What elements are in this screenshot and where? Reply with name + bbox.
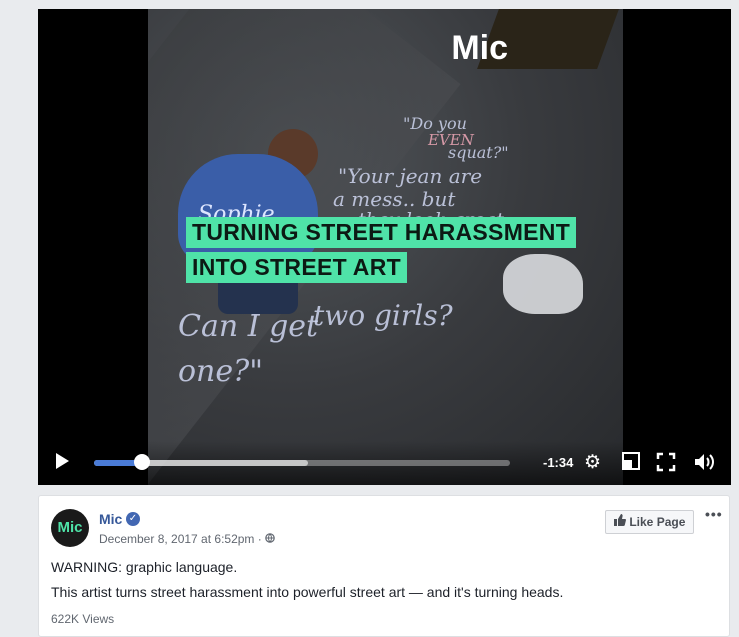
video-headline: TURNING STREET HARASSMENT INTO STREET AR…	[186, 217, 577, 287]
verified-badge-icon: ✓	[126, 512, 140, 526]
scrubber-handle[interactable]	[133, 454, 150, 470]
chalk-text: one?"	[178, 354, 264, 389]
avatar[interactable]: Mic	[51, 509, 89, 547]
post-meta: December 8, 2017 at 6:52pm ·	[99, 532, 275, 546]
headline-line-1: TURNING STREET HARASSMENT	[186, 217, 577, 248]
chalk-text: "Your jean are	[338, 164, 483, 188]
post-body-text: This artist turns street harassment into…	[51, 584, 564, 600]
globe-icon[interactable]	[265, 532, 275, 546]
post-card: Mic Mic ✓ December 8, 2017 at 6:52pm · L…	[38, 495, 730, 637]
picture-in-picture-icon[interactable]	[622, 452, 640, 476]
time-remaining: -1:34	[543, 455, 574, 470]
like-page-label: Like Page	[629, 515, 686, 529]
video-controls: -1:34 ⚙	[38, 441, 731, 485]
gear-icon[interactable]: ⚙	[584, 452, 601, 474]
chalk-text: a mess.. but	[333, 187, 456, 211]
post-warning-text: WARNING: graphic language.	[51, 559, 238, 575]
chalk-text: two girls?	[313, 299, 453, 332]
progress-bar[interactable]	[94, 460, 510, 466]
video-player[interactable]: "Do you EVEN squat?" "Your jean are a me…	[38, 9, 731, 485]
like-page-button[interactable]: Like Page	[605, 510, 695, 534]
volume-icon[interactable]	[693, 452, 717, 478]
view-count: 622K Views	[51, 612, 115, 626]
mic-watermark: Mic	[451, 29, 508, 67]
headline-line-2: INTO STREET ART	[186, 252, 407, 283]
chalk-text: squat?"	[448, 143, 509, 162]
fullscreen-icon[interactable]	[656, 452, 676, 478]
play-icon[interactable]	[56, 453, 69, 469]
more-options-icon[interactable]: •••	[705, 506, 723, 522]
thumbs-up-icon	[614, 514, 629, 529]
page-name-link[interactable]: Mic	[99, 511, 122, 527]
post-timestamp[interactable]: December 8, 2017 at 6:52pm	[99, 532, 254, 546]
